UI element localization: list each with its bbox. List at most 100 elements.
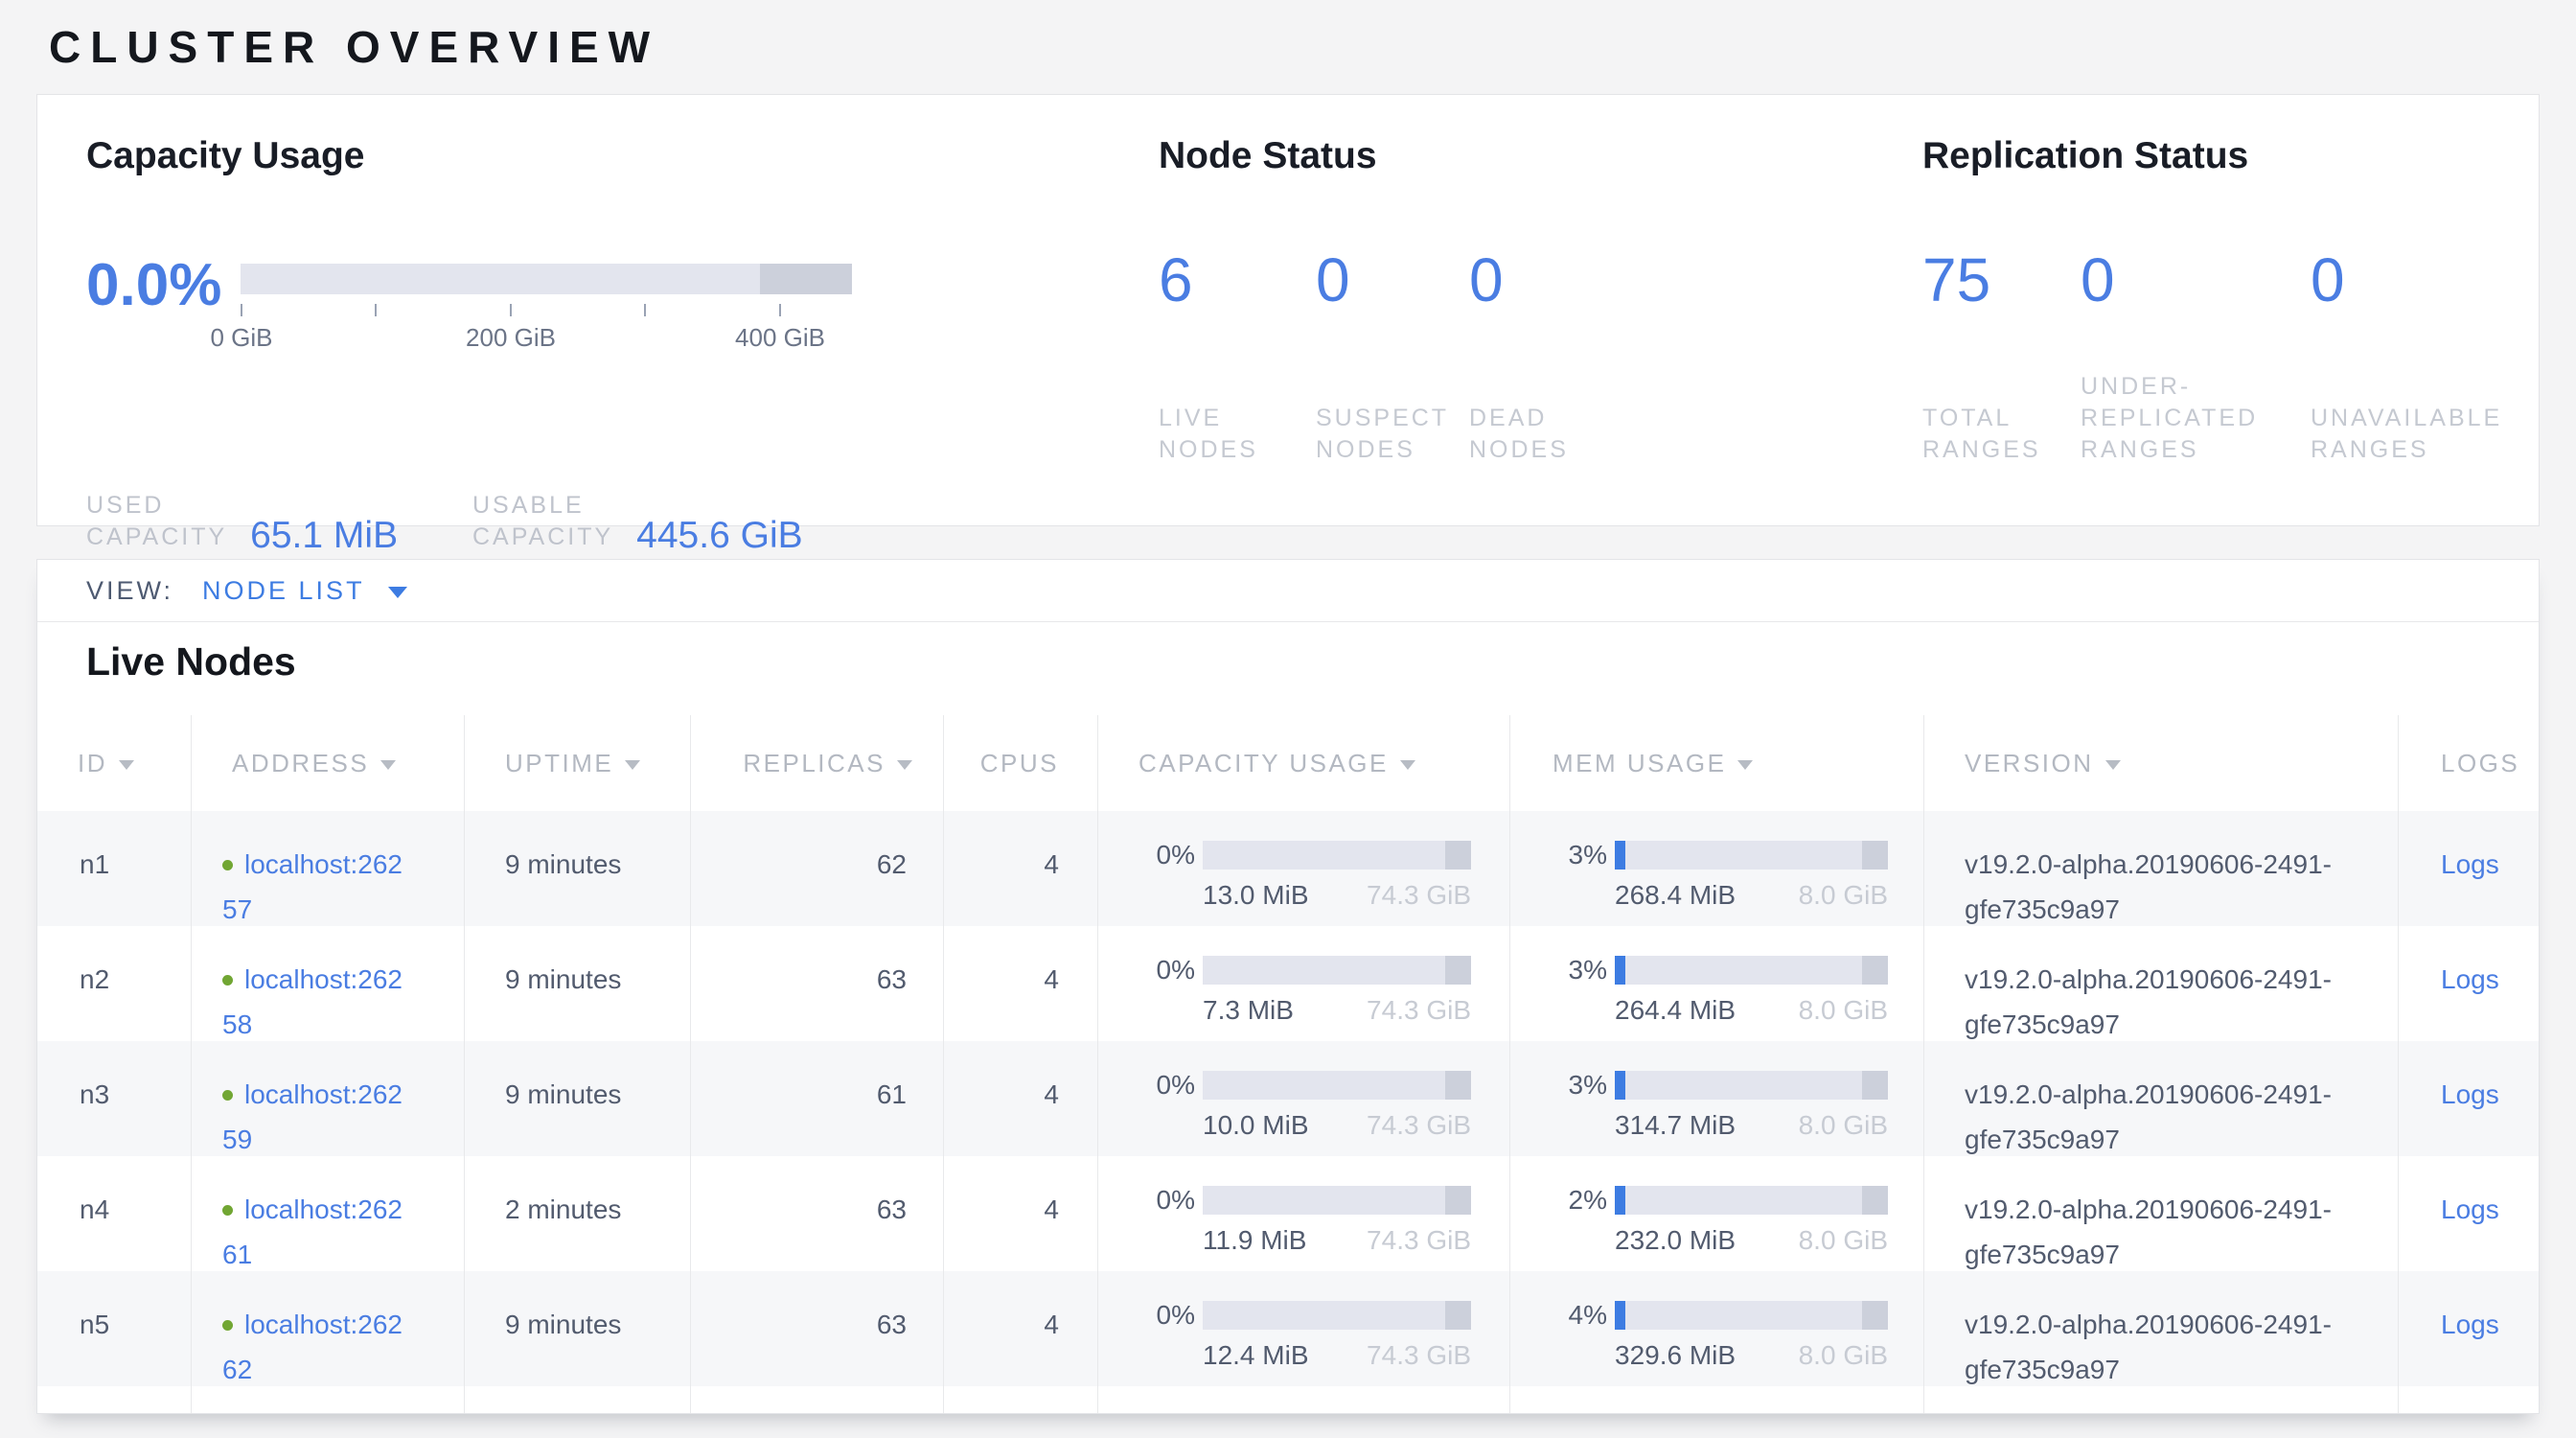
suspect-nodes-value: 0 bbox=[1316, 246, 1469, 313]
mem-percent: 2% bbox=[1510, 1185, 1607, 1216]
under-replicated-ranges-label: UNDER- REPLICATED RANGES bbox=[2081, 371, 2311, 466]
node-capacity-usage-cell: 0% 13.0 MiB 74.3 GiB bbox=[1097, 811, 1509, 926]
view-selector-dropdown[interactable]: NODE LIST bbox=[202, 576, 407, 606]
node-mem-usage-cell: 4% 329.6 MiB8.0 GiB bbox=[1509, 1271, 1923, 1386]
node-capacity-usage-cell: 0% 10.0 MiB74.3 GiB bbox=[1097, 1041, 1509, 1156]
live-status-dot-icon bbox=[222, 1090, 233, 1101]
node-address-link[interactable]: localhost:262 59 bbox=[222, 1079, 402, 1154]
logs-link[interactable]: Logs bbox=[2441, 1194, 2499, 1224]
logs-link[interactable]: Logs bbox=[2441, 1310, 2499, 1339]
sort-caret-icon bbox=[897, 760, 912, 770]
column-header-replicas[interactable]: REPLICAS bbox=[690, 715, 943, 811]
node-address-cell: localhost:262 57 bbox=[191, 811, 464, 926]
capacity-percent: 0% bbox=[1098, 955, 1195, 986]
mem-bar bbox=[1615, 1301, 1888, 1330]
view-selected-value: NODE LIST bbox=[202, 576, 365, 606]
table-row: n2 localhost:262 58 9 minutes 63 4 0% 7.… bbox=[37, 926, 2539, 1041]
capacity-gauge-track bbox=[241, 264, 852, 294]
table-row: n5 localhost:262 62 9 minutes 63 4 0% 12… bbox=[37, 1271, 2539, 1386]
replication-status-title: Replication Status bbox=[1922, 135, 2248, 177]
node-cpus: 4 bbox=[943, 811, 1097, 926]
mem-bar bbox=[1615, 1071, 1888, 1100]
dead-nodes-stat: 0 DEAD NODES bbox=[1469, 246, 1569, 466]
dead-nodes-label: DEAD NODES bbox=[1469, 403, 1569, 466]
gauge-tick-label-200: 200 GiB bbox=[466, 323, 556, 353]
capacity-used: 13.0 MiB bbox=[1203, 879, 1309, 912]
capacity-max: 74.3 GiB bbox=[1367, 1339, 1471, 1372]
sort-caret-icon bbox=[2105, 760, 2121, 770]
column-header-cpus[interactable]: CPUS bbox=[943, 715, 1097, 811]
cluster-overview-page: CLUSTER OVERVIEW Capacity Usage 0.0% bbox=[0, 0, 2576, 1438]
logs-link[interactable]: Logs bbox=[2441, 964, 2499, 994]
node-capacity-usage-cell: 0% 11.9 MiB74.3 GiB bbox=[1097, 1156, 1509, 1271]
unavailable-ranges-stat: 0 UNAVAILABLE RANGES bbox=[2311, 246, 2502, 466]
node-mem-usage-cell: 3% 264.4 MiB8.0 GiB bbox=[1509, 926, 1923, 1041]
node-address-link[interactable]: localhost:262 57 bbox=[222, 849, 402, 924]
node-replicas: 62 bbox=[690, 811, 943, 926]
column-header-version[interactable]: VERSION bbox=[1923, 715, 2398, 811]
sort-caret-icon bbox=[380, 760, 396, 770]
mem-max: 8.0 GiB bbox=[1799, 1109, 1888, 1142]
nodes-card: VIEW: NODE LIST Live Nodes ID ADDRESS UP… bbox=[36, 559, 2540, 1414]
live-status-dot-icon bbox=[222, 975, 233, 986]
mem-max: 8.0 GiB bbox=[1799, 1224, 1888, 1257]
capacity-max: 74.3 GiB bbox=[1367, 879, 1471, 912]
mem-max: 8.0 GiB bbox=[1799, 994, 1888, 1027]
column-header-mem-usage[interactable]: MEM USAGE bbox=[1509, 715, 1923, 811]
node-address-link[interactable]: localhost:262 61 bbox=[222, 1194, 402, 1269]
total-ranges-value: 75 bbox=[1922, 246, 2081, 313]
column-header-capacity-usage[interactable]: CAPACITY USAGE bbox=[1097, 715, 1509, 811]
live-nodes-heading: Live Nodes bbox=[37, 622, 2539, 715]
node-mem-usage-cell: 3% 314.7 MiB8.0 GiB bbox=[1509, 1041, 1923, 1156]
live-nodes-value: 6 bbox=[1159, 246, 1316, 313]
mem-percent: 3% bbox=[1510, 1070, 1607, 1101]
column-header-id[interactable]: ID bbox=[37, 715, 191, 811]
capacity-usage-title: Capacity Usage bbox=[86, 135, 364, 177]
mem-percent: 4% bbox=[1510, 1300, 1607, 1331]
logs-link[interactable]: Logs bbox=[2441, 849, 2499, 879]
capacity-gauge-ticks bbox=[241, 304, 852, 317]
mem-bar bbox=[1615, 1186, 1888, 1215]
capacity-used: 12.4 MiB bbox=[1203, 1339, 1309, 1372]
node-version: v19.2.0-alpha.20190606-2491- gfe735c9a97 bbox=[1923, 1271, 2398, 1386]
capacity-max: 74.3 GiB bbox=[1367, 1109, 1471, 1142]
mem-max: 8.0 GiB bbox=[1799, 879, 1888, 912]
capacity-percent: 0% bbox=[1098, 1185, 1195, 1216]
node-replicas: 63 bbox=[690, 1156, 943, 1271]
node-address-link[interactable]: localhost:262 62 bbox=[222, 1310, 402, 1384]
node-address-cell: localhost:262 61 bbox=[191, 1156, 464, 1271]
node-uptime: 9 minutes bbox=[464, 926, 690, 1041]
table-row-partial bbox=[37, 1386, 2539, 1414]
node-replicas: 63 bbox=[690, 1271, 943, 1386]
mem-used: 268.4 MiB bbox=[1615, 879, 1736, 912]
usable-capacity-label: USABLE CAPACITY bbox=[472, 490, 613, 553]
node-replicas: 61 bbox=[690, 1041, 943, 1156]
gauge-tick-label-400: 400 GiB bbox=[735, 323, 825, 353]
sort-caret-icon bbox=[625, 760, 640, 770]
mem-bar bbox=[1615, 841, 1888, 870]
column-header-uptime[interactable]: UPTIME bbox=[464, 715, 690, 811]
capacity-bar bbox=[1203, 1071, 1471, 1100]
used-capacity-value: 65.1 MiB bbox=[250, 515, 398, 557]
under-replicated-ranges-stat: 0 UNDER- REPLICATED RANGES bbox=[2081, 246, 2311, 466]
capacity-percent: 0% bbox=[1098, 840, 1195, 870]
logs-link[interactable]: Logs bbox=[2441, 1079, 2499, 1109]
column-header-address[interactable]: ADDRESS bbox=[191, 715, 464, 811]
node-address-link[interactable]: localhost:262 58 bbox=[222, 964, 402, 1039]
capacity-percent-value: 0.0% bbox=[86, 252, 221, 319]
under-replicated-ranges-value: 0 bbox=[2081, 246, 2311, 313]
mem-percent: 3% bbox=[1510, 840, 1607, 870]
node-uptime: 9 minutes bbox=[464, 811, 690, 926]
capacity-bar bbox=[1203, 1186, 1471, 1215]
usable-capacity-stat: USABLE CAPACITY 445.6 GiB bbox=[472, 490, 803, 553]
mem-max: 8.0 GiB bbox=[1799, 1339, 1888, 1372]
suspect-nodes-label: SUSPECT NODES bbox=[1316, 403, 1469, 466]
node-cpus: 4 bbox=[943, 1156, 1097, 1271]
sort-caret-icon bbox=[119, 760, 134, 770]
node-id: n5 bbox=[37, 1271, 191, 1386]
table-row: n3 localhost:262 59 9 minutes 61 4 0% 10… bbox=[37, 1041, 2539, 1156]
chevron-down-icon bbox=[388, 587, 407, 598]
capacity-used: 7.3 MiB bbox=[1203, 994, 1294, 1027]
sort-caret-icon bbox=[1400, 760, 1415, 770]
node-id: n1 bbox=[37, 811, 191, 926]
